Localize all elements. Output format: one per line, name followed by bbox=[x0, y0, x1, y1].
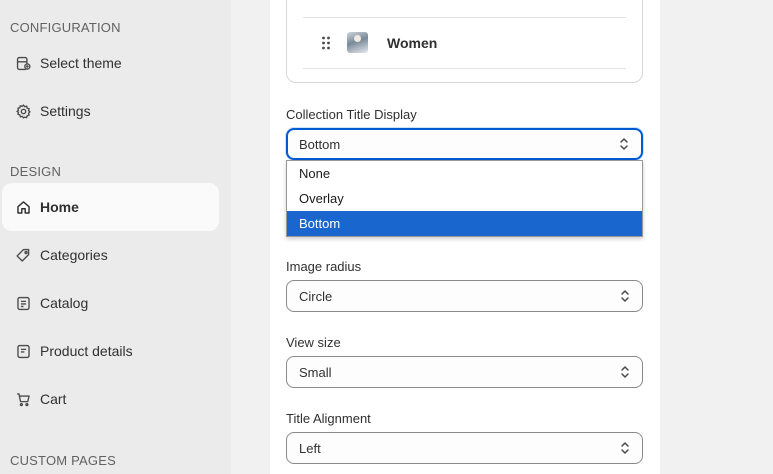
sidebar-item-categories[interactable]: Categories bbox=[2, 231, 219, 279]
sidebar-item-home[interactable]: Home bbox=[2, 183, 219, 231]
dropdown-option-bottom[interactable]: Bottom bbox=[287, 211, 642, 236]
sidebar-item-label: Categories bbox=[40, 247, 108, 263]
title-alignment-select[interactable]: Left bbox=[286, 432, 643, 464]
collection-title-display-select[interactable]: Bottom bbox=[286, 128, 643, 160]
select-value: Small bbox=[299, 364, 332, 380]
chevron-up-down-icon bbox=[620, 364, 630, 380]
dropdown-option-overlay[interactable]: Overlay bbox=[287, 186, 642, 211]
list-item-label: Women bbox=[387, 34, 438, 51]
select-value: Circle bbox=[299, 288, 333, 304]
view-size-label: View size bbox=[286, 335, 341, 350]
collection-title-display-label: Collection Title Display bbox=[286, 107, 417, 122]
product-details-icon bbox=[14, 342, 32, 360]
select-value: Bottom bbox=[299, 136, 341, 152]
sidebar-item-settings[interactable]: Settings bbox=[2, 87, 219, 135]
chevron-up-down-icon bbox=[619, 136, 629, 152]
sidebar-item-label: Settings bbox=[40, 103, 91, 119]
chevron-up-down-icon bbox=[620, 440, 630, 456]
settings-panel: Women Collection Title Display Bottom Im… bbox=[270, 0, 660, 474]
section-label-custom-pages: CUSTOM PAGES bbox=[10, 453, 116, 468]
list-item[interactable]: Women bbox=[303, 17, 626, 68]
sidebar-item-catalog[interactable]: Catalog bbox=[2, 279, 219, 327]
gear-icon bbox=[14, 102, 32, 120]
sidebar: CONFIGURATION Select theme Settings DESI… bbox=[0, 0, 231, 474]
collection-thumbnail bbox=[347, 32, 368, 53]
sidebar-item-product-details[interactable]: Product details bbox=[2, 327, 219, 375]
divider bbox=[303, 68, 626, 69]
image-radius-label: Image radius bbox=[286, 259, 362, 274]
image-radius-select[interactable]: Circle bbox=[286, 280, 643, 312]
sidebar-item-label: Catalog bbox=[40, 295, 89, 311]
select-value: Left bbox=[299, 440, 321, 456]
sidebar-item-cart[interactable]: Cart bbox=[2, 375, 219, 423]
view-size-select[interactable]: Small bbox=[286, 356, 643, 388]
dropdown-option-none[interactable]: None bbox=[287, 161, 642, 186]
catalog-icon bbox=[14, 294, 32, 312]
sidebar-item-label: Product details bbox=[40, 343, 133, 359]
theme-icon bbox=[14, 54, 32, 72]
section-label-configuration: CONFIGURATION bbox=[10, 20, 121, 35]
sidebar-item-label: Select theme bbox=[40, 55, 122, 71]
title-alignment-label: Title Alignment bbox=[286, 411, 371, 426]
collection-title-display-dropdown: None Overlay Bottom bbox=[286, 160, 643, 237]
tag-icon bbox=[14, 246, 32, 264]
home-icon bbox=[14, 198, 32, 216]
sidebar-item-label: Cart bbox=[40, 391, 67, 407]
drag-handle-icon[interactable] bbox=[321, 36, 333, 50]
sidebar-item-select-theme[interactable]: Select theme bbox=[2, 39, 219, 87]
cart-icon bbox=[14, 390, 32, 408]
chevron-up-down-icon bbox=[620, 288, 630, 304]
sidebar-item-label: Home bbox=[40, 199, 79, 215]
collection-list-card: Women bbox=[286, 0, 643, 83]
section-label-design: DESIGN bbox=[10, 164, 62, 179]
